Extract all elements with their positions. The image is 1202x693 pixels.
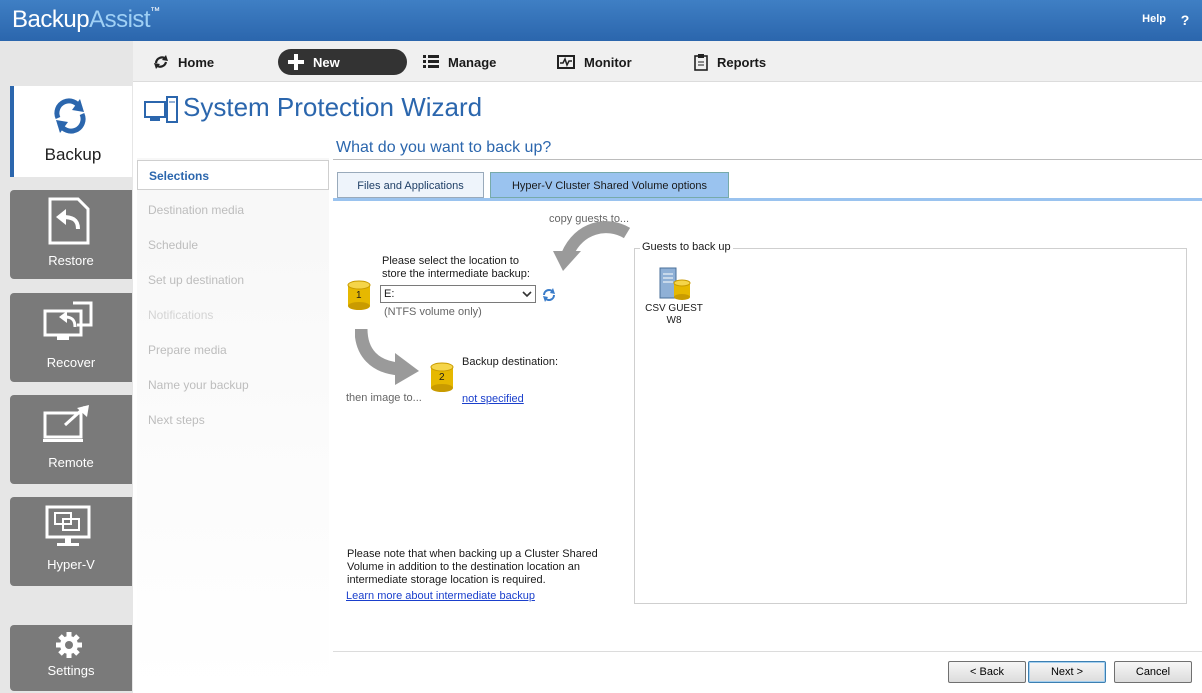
title-bar: BackupAssist™ Help ?	[0, 0, 1202, 41]
menu-label: Reports	[717, 54, 767, 70]
list-icon	[423, 55, 439, 68]
sidebar-item-backup[interactable]: Backup	[10, 86, 132, 177]
backup-icon	[54, 98, 86, 134]
curved-arrow-icon	[553, 221, 631, 271]
page-title: System Protection Wizard	[183, 92, 483, 122]
main-menu: Home New Manage Monitor Reports	[133, 41, 1202, 82]
guest-name: CSV GUEST	[645, 303, 703, 314]
intermediate-drive-select[interactable]: E:	[380, 285, 536, 303]
plus-icon	[288, 54, 304, 70]
wizard-content: System Protection Wizard Selections Dest…	[133, 82, 1202, 693]
step-prepare-media: Prepare media	[148, 343, 227, 357]
step-set-up-destination: Set up destination	[148, 273, 245, 287]
destination-link[interactable]: not specified	[462, 393, 524, 405]
sidebar: Backup Restore Recover Remote Hyper-V Se…	[0, 41, 133, 693]
restore-icon	[48, 197, 90, 245]
curved-arrow-icon	[355, 328, 419, 385]
csv-note: Volume in addition to the destination lo…	[347, 561, 580, 573]
destination-label: Backup destination:	[462, 356, 559, 368]
footer-divider	[333, 651, 1202, 652]
step-destination-media: Destination media	[148, 203, 245, 217]
sidebar-item-remote[interactable]: Remote	[10, 395, 132, 484]
csv-note: intermediate storage location is require…	[347, 574, 546, 586]
hyperv-icon	[45, 505, 91, 546]
menu-manage[interactable]: Manage	[423, 49, 496, 75]
drive-2-badge: 2	[439, 372, 445, 383]
refresh-icon[interactable]	[542, 288, 556, 302]
sidebar-item-restore[interactable]: Restore	[10, 190, 132, 279]
menu-reports[interactable]: Reports	[694, 49, 766, 75]
help-link[interactable]: Help	[1142, 13, 1166, 25]
report-icon	[694, 53, 708, 71]
intermediate-prompt: store the intermediate backup:	[382, 268, 530, 280]
menu-label: New	[313, 54, 340, 70]
csv-options-panel: copy guests to... Please select the loca…	[333, 201, 1202, 651]
section-heading: What do you want to back up?	[336, 139, 552, 156]
menu-monitor[interactable]: Monitor	[557, 49, 632, 75]
select-value: E:	[384, 288, 395, 300]
gear-icon	[56, 632, 82, 658]
help-icon[interactable]: ?	[1176, 11, 1194, 29]
tab-hyperv-csv-options[interactable]: Hyper-V Cluster Shared Volume options	[490, 172, 729, 198]
guest-name: W8	[666, 315, 682, 326]
guests-group: Guests to back up CSV GUEST W8	[634, 241, 1187, 604]
sidebar-item-label: Recover	[46, 355, 96, 370]
image-hint: then image to...	[346, 392, 422, 404]
sidebar-item-label: Settings	[47, 663, 95, 678]
menu-label: Manage	[448, 54, 497, 70]
menu-label: Home	[178, 54, 215, 70]
home-icon	[154, 55, 168, 69]
sidebar-item-label: Remote	[48, 455, 94, 470]
step-notifications: Notifications	[148, 308, 214, 322]
app-logo: BackupAssist™	[12, 6, 160, 33]
menu-new[interactable]: New	[278, 49, 407, 75]
virtual-server-icon	[659, 267, 691, 300]
step-selections[interactable]: Selections	[137, 160, 329, 190]
remote-icon	[43, 405, 89, 442]
cancel-button[interactable]: Cancel	[1114, 661, 1192, 683]
chevron-down-icon	[522, 291, 532, 298]
sidebar-item-label: Hyper-V	[47, 557, 95, 572]
computer-icon	[144, 96, 178, 123]
sidebar-item-label: Restore	[48, 253, 94, 268]
guests-legend: Guests to back up	[640, 241, 733, 253]
step-next-steps: Next steps	[148, 413, 205, 427]
sidebar-item-settings[interactable]: Settings	[10, 625, 132, 691]
recover-icon	[43, 301, 93, 340]
monitor-icon	[557, 55, 575, 69]
menu-home[interactable]: Home	[153, 49, 214, 75]
wizard-steps: Selections Destination media Schedule Se…	[137, 158, 329, 693]
learn-more-link[interactable]: Learn more about intermediate backup	[346, 590, 535, 602]
divider	[333, 159, 1202, 160]
step-schedule: Schedule	[148, 238, 199, 252]
ntfs-note: (NTFS volume only)	[384, 306, 482, 318]
sidebar-item-label: Backup	[44, 145, 102, 164]
sidebar-item-hyperv[interactable]: Hyper-V	[10, 497, 132, 586]
menu-label: Monitor	[584, 54, 632, 70]
sidebar-item-recover[interactable]: Recover	[10, 293, 132, 382]
guest-item[interactable]: CSV GUEST W8	[643, 267, 705, 327]
back-button[interactable]: < Back	[948, 661, 1026, 683]
csv-note: Please note that when backing up a Clust…	[347, 548, 598, 560]
tab-files-applications[interactable]: Files and Applications	[337, 172, 484, 198]
drive-1-badge: 1	[356, 290, 362, 301]
next-button[interactable]: Next >	[1028, 661, 1106, 683]
step-name-backup: Name your backup	[148, 378, 249, 392]
intermediate-prompt: Please select the location to	[382, 255, 519, 267]
